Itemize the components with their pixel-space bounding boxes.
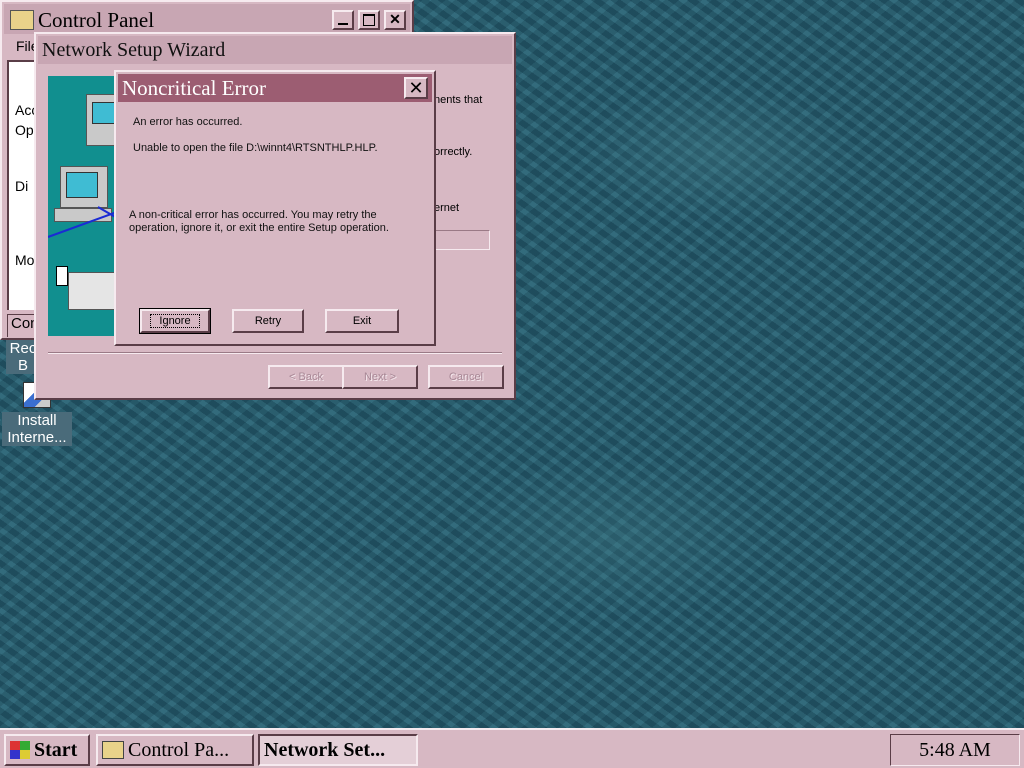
taskbar: Start Control Pa... Network Set... 5:48 … (0, 728, 1024, 768)
wizard-title: Network Setup Wizard (42, 39, 226, 61)
close-button[interactable]: ✕ (384, 10, 406, 30)
taskbar-item-label: Control Pa... (128, 738, 230, 761)
error-titlebar[interactable]: Noncritical Error ✕ (118, 74, 432, 102)
wizard-titlebar[interactable]: Network Setup Wizard (38, 36, 512, 64)
taskbar-item-control-panel[interactable]: Control Pa... (96, 734, 254, 766)
next-button[interactable]: Next > (342, 365, 418, 389)
error-title: Noncritical Error (122, 76, 267, 100)
hourglass-icon (56, 266, 68, 286)
taskbar-item-label: Network Set... (264, 738, 386, 761)
maximize-icon (363, 14, 375, 26)
minimize-button[interactable] (332, 10, 354, 30)
error-message-line3: A non-critical error has occurred. You m… (129, 209, 377, 221)
network-illustration (48, 76, 118, 336)
list-item[interactable]: Mo (15, 252, 34, 268)
list-item[interactable]: Di (15, 178, 28, 194)
ignore-button-label: Ignore (150, 314, 200, 328)
error-close-button[interactable]: ✕ (404, 77, 428, 99)
install-internet-label-line2: Interne... (2, 429, 72, 446)
start-label: Start (34, 738, 78, 761)
install-internet-label-line1: Install (2, 412, 72, 429)
taskbar-item-network-setup[interactable]: Network Set... (258, 734, 418, 766)
ignore-button[interactable]: Ignore (139, 308, 211, 334)
control-panel-icon (102, 741, 124, 759)
control-panel-titlebar[interactable]: Control Panel ✕ (4, 4, 410, 34)
cancel-button[interactable]: Cancel (428, 365, 504, 389)
error-message-line4: operation, ignore it, or exit the entire… (129, 222, 389, 234)
noncritical-error-dialog[interactable]: Noncritical Error ✕ An error has occurre… (114, 70, 436, 346)
windows-logo-icon (10, 741, 30, 759)
control-panel-title: Control Panel (38, 8, 155, 32)
wizard-text-fragment: ernet (434, 202, 460, 214)
retry-button[interactable]: Retry (232, 309, 304, 333)
list-item[interactable]: Op (15, 122, 34, 138)
wizard-input-field[interactable] (434, 230, 490, 250)
wizard-separator (48, 352, 502, 354)
maximize-button[interactable] (358, 10, 380, 30)
clock[interactable]: 5:48 AM (919, 739, 991, 762)
minimize-icon (338, 23, 348, 25)
close-icon: ✕ (408, 78, 424, 98)
system-tray: 5:48 AM (890, 734, 1020, 766)
wizard-text-fragment: orrectly. (434, 146, 473, 158)
control-panel-icon (10, 10, 34, 30)
error-message-line1: An error has occurred. (133, 116, 243, 128)
error-message-line2: Unable to open the file D:\winnt4\RTSNTH… (133, 142, 378, 154)
start-button[interactable]: Start (4, 734, 90, 766)
back-button[interactable]: < Back (268, 365, 344, 389)
wizard-text-fragment: nents that (434, 94, 483, 106)
exit-button[interactable]: Exit (325, 309, 399, 333)
close-icon: ✕ (389, 12, 401, 28)
